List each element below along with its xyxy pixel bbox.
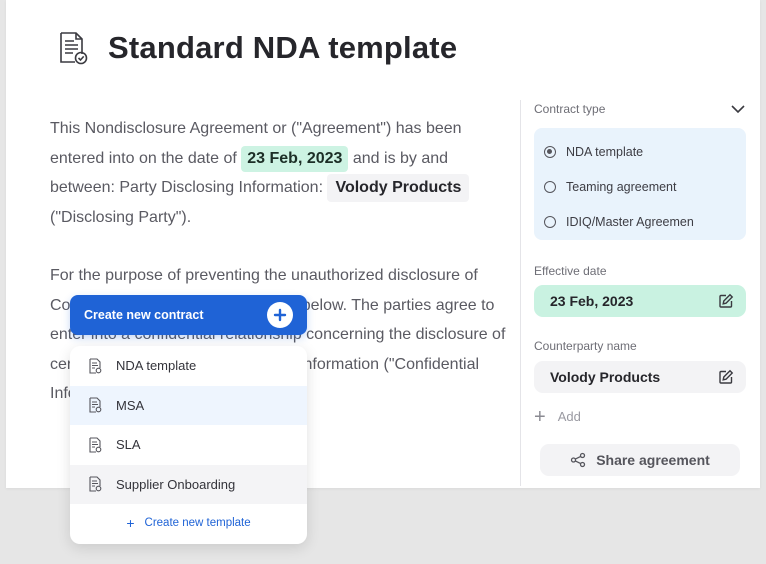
radio-label: NDA template bbox=[566, 144, 644, 159]
menu-item-msa[interactable]: MSA bbox=[70, 385, 307, 425]
sidebar-divider bbox=[520, 100, 521, 486]
effective-date-value: 23 Feb, 2023 bbox=[550, 293, 634, 309]
radio-checked[interactable] bbox=[544, 145, 556, 158]
plus-icon: + bbox=[126, 515, 135, 531]
menu-item-supplier-onboarding[interactable]: Supplier Onboarding bbox=[70, 464, 307, 504]
menu-item-label: NDA template bbox=[116, 358, 197, 374]
radio-option-teaming-agreement[interactable]: Teaming agreement bbox=[534, 169, 746, 204]
radio-unchecked[interactable] bbox=[544, 215, 556, 228]
create-template-label: Create new template bbox=[144, 517, 251, 529]
share-icon bbox=[571, 452, 586, 468]
paragraph-text: ("Disclosing Party"). bbox=[50, 208, 192, 226]
add-label: Add bbox=[557, 409, 581, 424]
create-new-template-link[interactable]: + Create new template bbox=[70, 504, 307, 542]
counterparty-field[interactable]: Volody Products bbox=[534, 361, 746, 393]
edit-icon[interactable] bbox=[718, 369, 734, 385]
radio-option-idiq-master[interactable]: IDIQ/Master Agreemen bbox=[534, 204, 746, 239]
date-token[interactable]: 23 Feb, 2023 bbox=[241, 145, 349, 172]
share-agreement-button[interactable]: Share agreement bbox=[540, 444, 740, 476]
edit-icon[interactable] bbox=[718, 293, 734, 309]
contract-sidebar: Contract type NDA template Teaming agree… bbox=[534, 98, 746, 476]
counterparty-value: Volody Products bbox=[550, 369, 661, 385]
create-contract-label: Create new contract bbox=[84, 308, 204, 322]
contract-document-icon bbox=[60, 32, 88, 65]
menu-item-sla[interactable]: SLA bbox=[70, 425, 307, 465]
effective-date-field[interactable]: 23 Feb, 2023 bbox=[534, 285, 746, 317]
create-new-contract-button[interactable]: Create new contract bbox=[70, 295, 307, 335]
contract-type-label: Contract type bbox=[534, 102, 606, 116]
plus-icon[interactable] bbox=[267, 302, 293, 328]
share-label: Share agreement bbox=[596, 452, 710, 468]
radio-option-nda-template[interactable]: NDA template bbox=[534, 134, 746, 169]
radio-label: Teaming agreement bbox=[566, 179, 677, 194]
effective-date-label: Effective date bbox=[534, 264, 607, 278]
menu-item-nda-template[interactable]: NDA template bbox=[70, 346, 307, 386]
contract-type-options: NDA template Teaming agreement IDIQ/Mast… bbox=[534, 128, 746, 240]
party-token[interactable]: Volody Products bbox=[327, 174, 470, 202]
radio-label: IDIQ/Master Agreemen bbox=[566, 214, 694, 229]
document-icon bbox=[89, 437, 102, 453]
document-icon bbox=[89, 397, 102, 413]
agreement-paragraph-1: This Nondisclosure Agreement or ("Agreem… bbox=[50, 114, 510, 232]
menu-item-label: MSA bbox=[116, 397, 145, 413]
document-icon bbox=[89, 358, 102, 374]
chevron-down-icon[interactable] bbox=[730, 101, 746, 117]
menu-item-label: SLA bbox=[116, 437, 141, 453]
plus-icon: + bbox=[534, 405, 546, 428]
contract-type-header[interactable]: Contract type bbox=[534, 98, 746, 120]
counterparty-label: Counterparty name bbox=[534, 339, 637, 353]
add-field-button[interactable]: + Add bbox=[534, 405, 746, 428]
document-header: Standard NDA template bbox=[54, 30, 457, 66]
radio-unchecked[interactable] bbox=[544, 180, 556, 193]
template-dropdown-menu: NDA template MSA SLA Supplier Onboarding… bbox=[70, 346, 307, 544]
page-title: Standard NDA template bbox=[108, 30, 458, 65]
document-icon bbox=[89, 476, 102, 492]
menu-item-label: Supplier Onboarding bbox=[116, 476, 236, 492]
